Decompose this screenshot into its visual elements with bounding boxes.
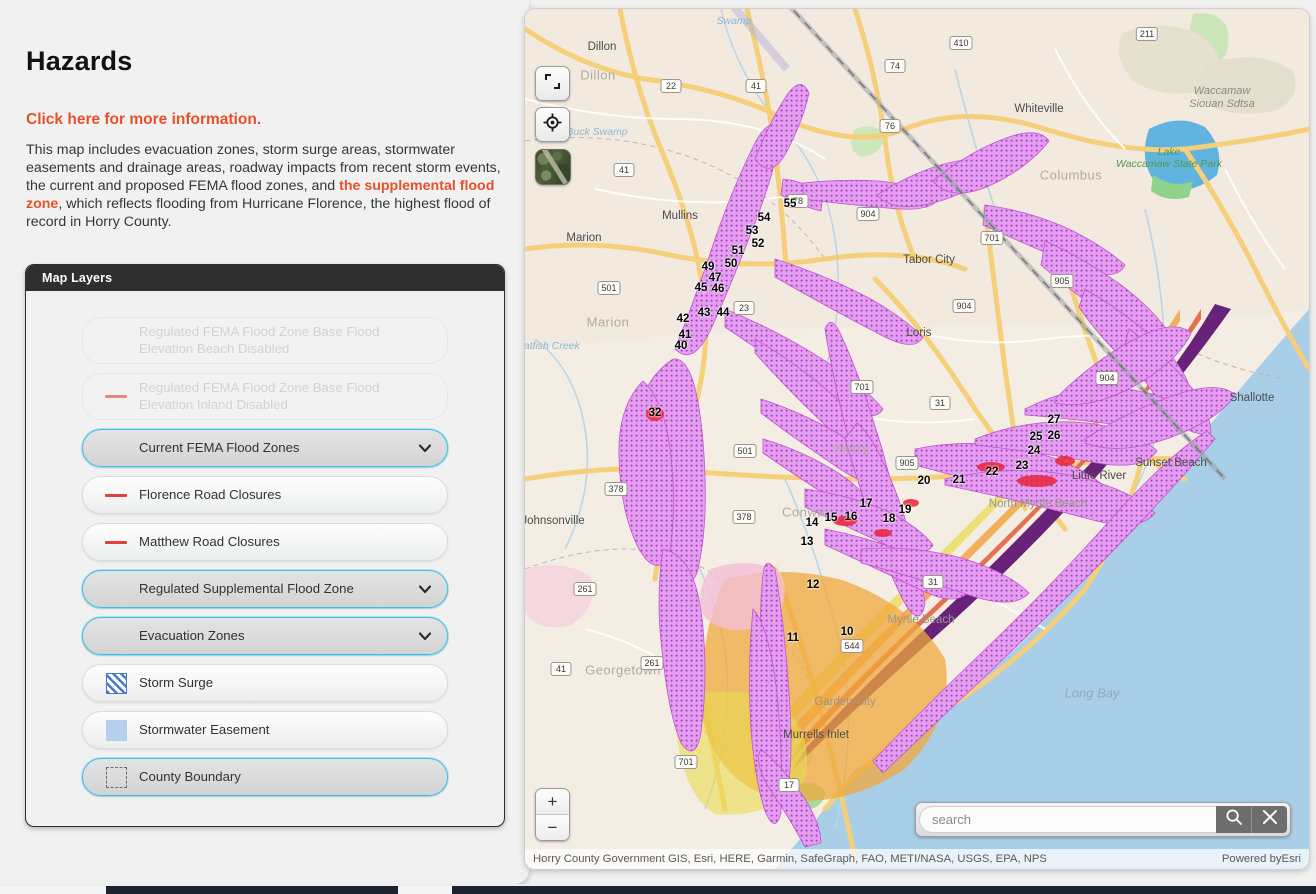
legend-line-swatch-icon xyxy=(101,484,131,506)
map-canvas[interactable] xyxy=(525,9,1309,869)
map-layers-header: Map Layers xyxy=(26,265,504,291)
map-attribution-bar: Horry County Government GIS, Esri, HERE,… xyxy=(525,849,1309,869)
legend-empty-swatch xyxy=(101,578,131,600)
locate-button[interactable] xyxy=(535,107,570,142)
description-part-2: , which reflects flooding from Hurricane… xyxy=(26,196,491,231)
left-info-panel: Hazards Click here for more information.… xyxy=(0,0,529,884)
map-layers-title: Map Layers xyxy=(42,271,113,285)
layer-item-matthew-road-closures[interactable]: Matthew Road Closures xyxy=(82,523,448,561)
map-description: This map includes evacuation zones, stor… xyxy=(26,141,503,231)
chevron-down-icon[interactable] xyxy=(415,626,435,646)
map-search-widget xyxy=(915,802,1291,837)
map-layers-body: Regulated FEMA Flood Zone Base Flood Ele… xyxy=(26,291,504,796)
legend-fill-swatch-icon xyxy=(101,719,131,741)
legend-hatch-swatch-icon xyxy=(101,672,131,694)
legend-dashed-box-swatch-icon xyxy=(101,766,131,788)
layer-item-regulated-supplemental-flood-zone[interactable]: Regulated Supplemental Flood Zone xyxy=(82,570,448,608)
map-container[interactable]: Dillon Dillon Whiteville Columbus Waccamaw S… xyxy=(524,8,1310,870)
taskbar-tab xyxy=(398,886,452,894)
layer-list: Regulated FEMA Flood Zone Base Flood Ele… xyxy=(26,317,504,796)
taskbar-left xyxy=(0,886,106,894)
layer-item-label: Florence Road Closures xyxy=(139,486,282,502)
page-title: Hazards xyxy=(26,46,133,76)
layer-item-county-boundary[interactable]: County Boundary xyxy=(82,758,448,796)
layer-item-stormwater-easement[interactable]: Stormwater Easement xyxy=(82,711,448,749)
zoom-in-button[interactable]: + xyxy=(536,789,569,814)
layer-item-regulated-fema-flood-zone-base-flood-elevation-beach-disabled: Regulated FEMA Flood Zone Base Flood Ele… xyxy=(82,317,448,364)
layer-item-label: Storm Surge xyxy=(139,674,214,690)
more-information-link[interactable]: Click here for more information. xyxy=(26,111,503,129)
legend-line-swatch-icon xyxy=(101,386,131,408)
layer-item-label: Stormwater Easement xyxy=(139,721,270,737)
map-graphic xyxy=(525,9,1309,869)
layer-item-label: Regulated Supplemental Flood Zone xyxy=(139,580,354,596)
search-input[interactable] xyxy=(919,806,1216,833)
taskbar-dark xyxy=(106,886,1316,894)
legend-line-swatch-icon xyxy=(101,531,131,553)
basemap-toggle-button[interactable] xyxy=(535,149,571,185)
panel-content: Hazards Click here for more information.… xyxy=(0,0,529,231)
powered-by-esri: Powered byEsri xyxy=(1221,853,1301,865)
layer-item-current-fema-flood-zones[interactable]: Current FEMA Flood Zones xyxy=(82,429,448,467)
attribution-text: Horry County Government GIS, Esri, HERE,… xyxy=(533,853,1047,865)
expand-button[interactable] xyxy=(535,66,570,101)
zoom-controls: + − xyxy=(535,788,570,841)
layer-item-florence-road-closures[interactable]: Florence Road Closures xyxy=(82,476,448,514)
map-layers-widget: Map Layers Regulated FEMA Flood Zone Bas… xyxy=(25,264,505,827)
os-taskbar-strip xyxy=(0,884,1316,894)
layer-item-storm-surge[interactable]: Storm Surge xyxy=(82,664,448,702)
hazards-map-application: Hazards Click here for more information.… xyxy=(0,0,1316,894)
layer-item-label: Regulated FEMA Flood Zone Base Flood Ele… xyxy=(139,380,380,412)
layer-item-label: Regulated FEMA Flood Zone Base Flood Ele… xyxy=(139,324,380,356)
crosshair-locate-icon xyxy=(543,113,562,137)
chevron-down-icon[interactable] xyxy=(415,579,435,599)
magnifier-icon xyxy=(1225,808,1243,831)
legend-empty-swatch xyxy=(101,625,131,647)
search-submit-button[interactable] xyxy=(1216,806,1251,833)
expand-corner-icon xyxy=(544,73,561,95)
layer-item-label: Matthew Road Closures xyxy=(139,533,280,549)
layer-item-evacuation-zones[interactable]: Evacuation Zones xyxy=(82,617,448,655)
legend-empty-swatch xyxy=(101,330,131,352)
search-clear-button[interactable] xyxy=(1251,806,1287,833)
close-x-icon xyxy=(1261,808,1279,831)
zoom-out-button[interactable]: − xyxy=(536,814,569,840)
chevron-down-icon[interactable] xyxy=(415,438,435,458)
legend-empty-swatch xyxy=(101,437,131,459)
layer-item-label: Current FEMA Flood Zones xyxy=(139,439,300,455)
layer-item-label: Evacuation Zones xyxy=(139,627,245,643)
layer-item-regulated-fema-flood-zone-base-flood-elevation-inland-disabled: Regulated FEMA Flood Zone Base Flood Ele… xyxy=(82,373,448,420)
layer-item-label: County Boundary xyxy=(139,768,241,784)
